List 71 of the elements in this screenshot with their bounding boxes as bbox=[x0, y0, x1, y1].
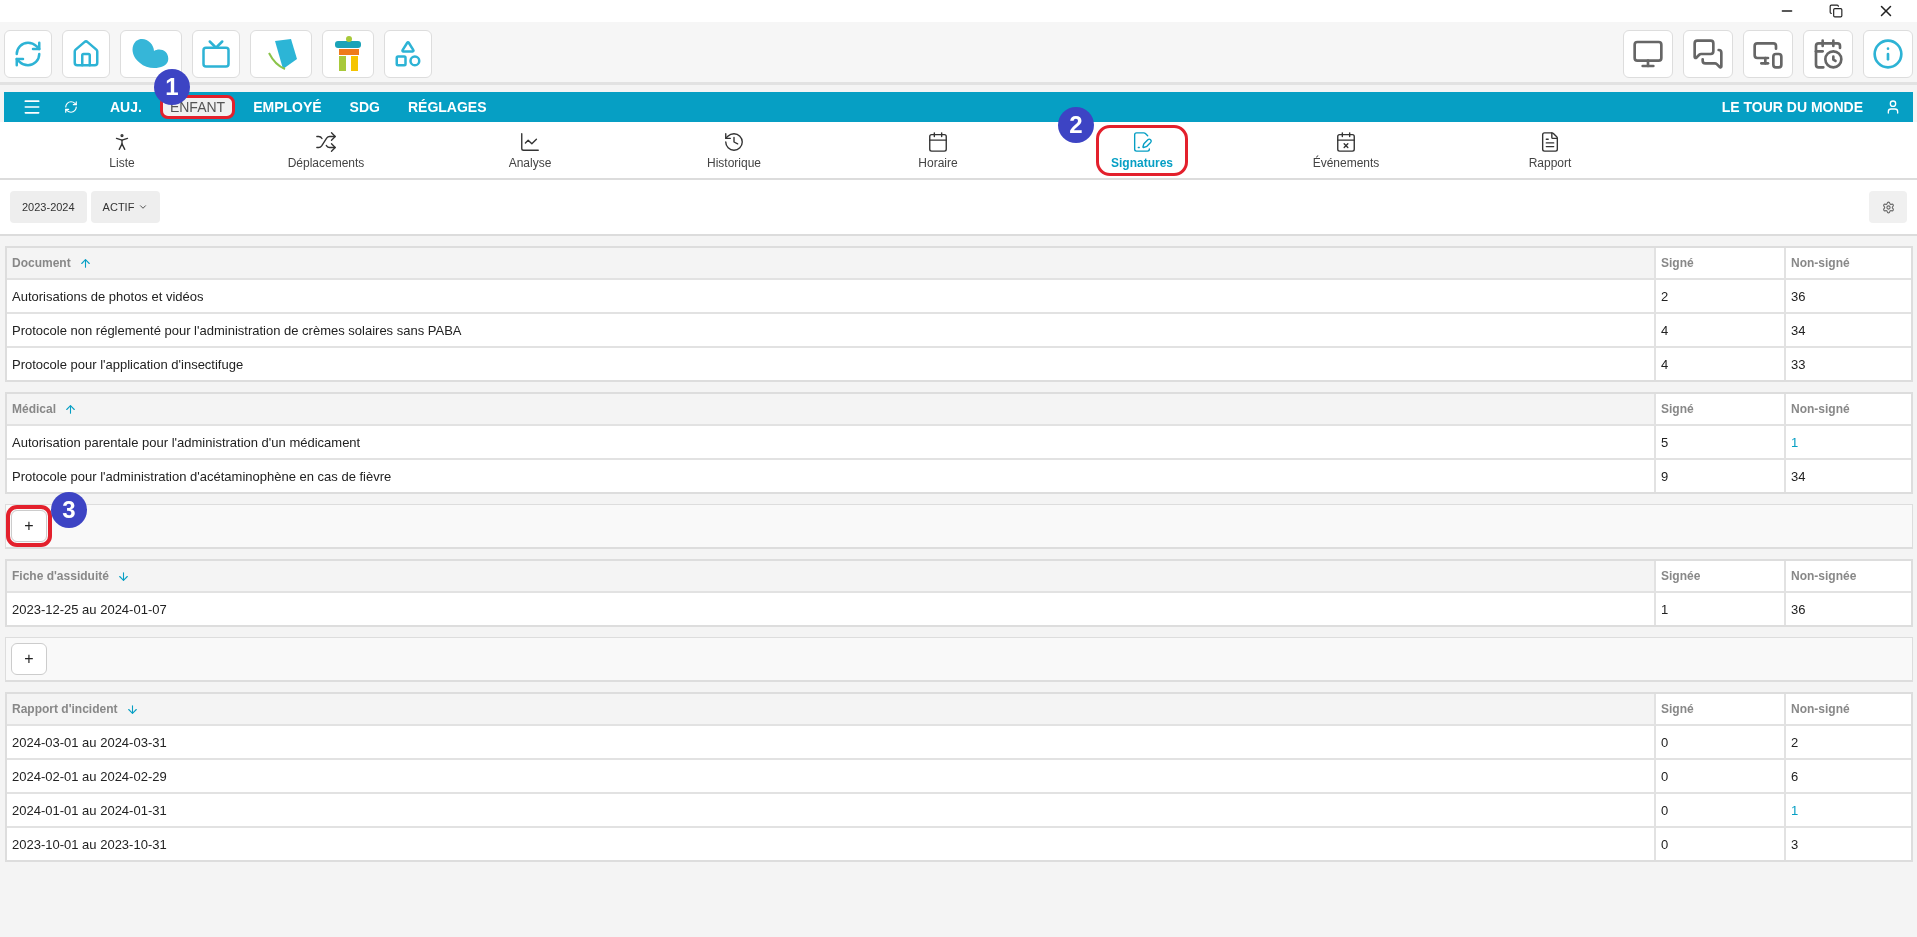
toolbar-button[interactable] bbox=[120, 30, 182, 78]
table-cell: 0 bbox=[1654, 828, 1784, 860]
nav-tab[interactable]: RÉGLAGES bbox=[397, 95, 497, 119]
nav-tab[interactable]: EMPLOYÉ bbox=[243, 95, 332, 119]
column-header[interactable]: Rapport d'incident bbox=[7, 694, 1654, 724]
table-cell-text: Protocole pour l'administration d'acétaminophène en cas de fièvre bbox=[11, 467, 393, 486]
table-cell: 4 bbox=[1654, 348, 1784, 380]
toolbar-button[interactable] bbox=[1803, 30, 1853, 78]
callout-badge: 3 bbox=[51, 492, 87, 528]
table-cell-text: 2024-02-01 au 2024-02-29 bbox=[11, 767, 168, 786]
home-icon bbox=[71, 39, 101, 69]
table-cell: 36 bbox=[1784, 593, 1911, 625]
add-button[interactable]: + bbox=[11, 643, 47, 675]
calendar-x-icon bbox=[1335, 130, 1357, 153]
table-cell-text: Protocole pour l'application d'insectifuge bbox=[11, 355, 245, 374]
refresh-icon bbox=[13, 39, 43, 69]
table-cell: 0 bbox=[1654, 726, 1784, 758]
table-cell: 0 bbox=[1654, 794, 1784, 826]
document-icon bbox=[1539, 130, 1561, 153]
table-cell: 4 bbox=[1654, 314, 1784, 346]
column-header[interactable]: Document bbox=[7, 248, 1654, 278]
table-cell: 0 bbox=[1654, 760, 1784, 792]
table-cell-text: 2023-12-25 au 2024-01-07 bbox=[11, 600, 168, 619]
calendar-clock-icon bbox=[1812, 38, 1844, 70]
table-cell-text: Protocole non réglementé pour l'administration de crèmes solaires sans PABA bbox=[11, 321, 463, 340]
table-cell: 34 bbox=[1784, 460, 1911, 492]
calendar-icon bbox=[927, 130, 949, 153]
table-cell-text: Autorisations de photos et vidéos bbox=[11, 287, 205, 306]
table-cell-text: 2023-10-01 au 2023-10-31 bbox=[11, 835, 168, 854]
shapes-icon bbox=[393, 39, 423, 69]
signature-icon bbox=[1131, 130, 1153, 153]
column-header[interactable]: Fiche d'assiduité bbox=[7, 561, 1654, 591]
table-cell: 33 bbox=[1784, 348, 1911, 380]
chat-question-icon bbox=[1692, 38, 1724, 70]
table-cell: 34 bbox=[1784, 314, 1911, 346]
section-tab[interactable]: Signatures bbox=[1096, 124, 1188, 176]
organization-name: LE TOUR DU MONDE bbox=[1721, 99, 1863, 115]
caret-icon bbox=[138, 202, 149, 212]
status-dropdown[interactable]: ACTIF bbox=[90, 191, 161, 223]
table-cell-text: 2024-03-01 au 2024-03-31 bbox=[11, 733, 168, 752]
year-button[interactable]: 2023-2024 bbox=[10, 191, 87, 223]
tv-icon bbox=[201, 39, 231, 69]
restore-icon[interactable] bbox=[1829, 4, 1843, 18]
nav-tab[interactable]: SDG bbox=[339, 95, 390, 119]
toolbar-button[interactable] bbox=[1683, 30, 1733, 78]
table-cell: 6 bbox=[1784, 760, 1911, 792]
menu-icon[interactable] bbox=[22, 97, 42, 117]
table-cell: 1 bbox=[1654, 593, 1784, 625]
table-cell-text: Autorisation parentale pour l'administration d'un médicament bbox=[11, 433, 362, 452]
table-cell: 5 bbox=[1654, 426, 1784, 458]
table-cell: 9 bbox=[1654, 460, 1784, 492]
history-icon bbox=[723, 130, 745, 153]
count-link[interactable]: 1 bbox=[1784, 794, 1911, 826]
refresh-icon[interactable] bbox=[64, 100, 78, 114]
nav-tab[interactable]: AUJ. bbox=[100, 95, 152, 119]
info-icon bbox=[1872, 38, 1904, 70]
shuffle-icon bbox=[315, 130, 337, 153]
monitor-icon bbox=[1632, 38, 1664, 70]
table-cell: 2 bbox=[1654, 280, 1784, 312]
toolbar-button[interactable] bbox=[1743, 30, 1793, 78]
table-cell: 3 bbox=[1784, 828, 1911, 860]
table-cell-text: 2024-01-01 au 2024-01-31 bbox=[11, 801, 168, 820]
toolbar-button[interactable] bbox=[1623, 30, 1673, 78]
table-cell: 36 bbox=[1784, 280, 1911, 312]
settings-icon bbox=[1881, 200, 1895, 214]
user-icon[interactable] bbox=[1885, 99, 1901, 115]
line-chart-icon bbox=[519, 130, 541, 153]
settings-button[interactable] bbox=[1869, 191, 1907, 223]
column-header[interactable]: Médical bbox=[7, 394, 1654, 424]
count-link[interactable]: 1 bbox=[1784, 426, 1911, 458]
table-cell: 2 bbox=[1784, 726, 1911, 758]
